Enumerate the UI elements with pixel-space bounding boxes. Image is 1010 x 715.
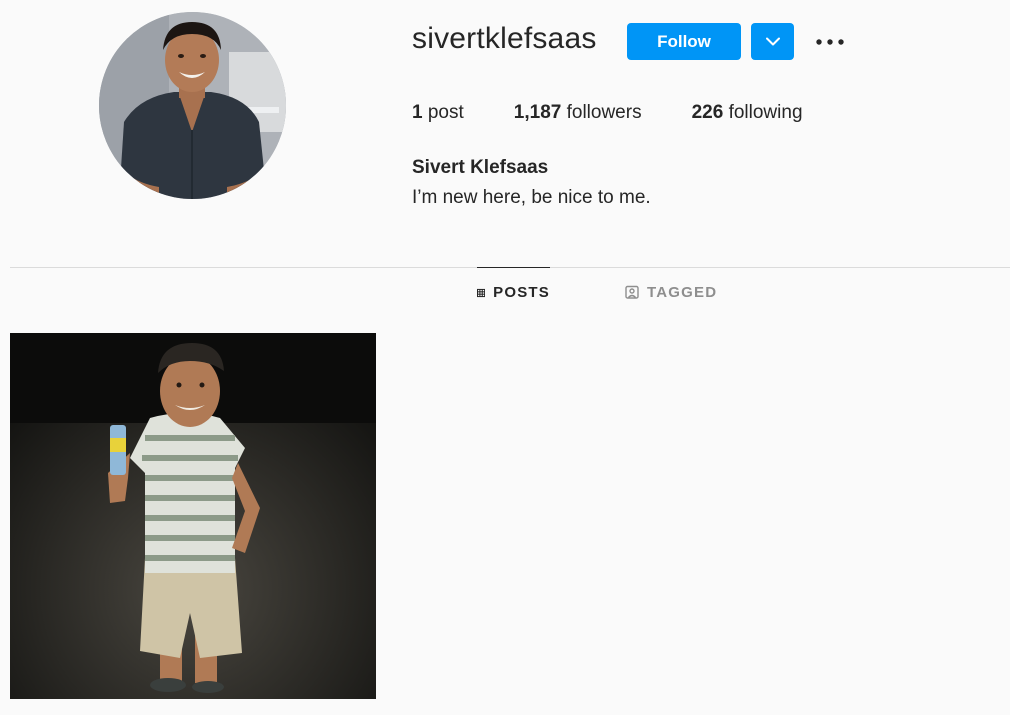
tagged-icon: [625, 285, 639, 299]
following-count-value: 226: [691, 102, 724, 123]
posts-count-label: post: [427, 102, 464, 123]
more-options-button[interactable]: [814, 28, 846, 56]
full-name: Sivert Klefsaas: [412, 157, 549, 178]
tab-tagged[interactable]: TAGGED: [625, 267, 717, 317]
tab-posts-label: POSTS: [493, 284, 550, 301]
profile-stats: 1 post 1,187 followers 226 following: [412, 102, 853, 124]
profile-avatar[interactable]: [99, 12, 286, 199]
more-options-icon: [816, 39, 844, 45]
followers-count-value: 1,187: [513, 102, 562, 123]
following-count-label: following: [728, 102, 803, 123]
posts-count-value: 1: [412, 102, 423, 123]
suggested-accounts-dropdown-button[interactable]: [751, 23, 794, 60]
following-link[interactable]: 226 following: [692, 102, 803, 124]
tab-posts[interactable]: POSTS: [477, 267, 550, 317]
posts-count: 1 post: [412, 102, 464, 124]
chevron-down-icon: [765, 37, 780, 46]
bio: I’m new here, be nice to me.: [412, 187, 651, 208]
post-image: [10, 333, 376, 699]
grid-icon: [477, 288, 486, 297]
tab-tagged-label: TAGGED: [647, 283, 718, 301]
username: sivertklefsaas: [412, 22, 597, 55]
follow-button[interactable]: Follow: [627, 23, 741, 60]
followers-count-label: followers: [566, 102, 642, 123]
post-thumbnail[interactable]: [10, 333, 376, 699]
followers-link[interactable]: 1,187 followers: [514, 102, 642, 124]
avatar-image: [99, 12, 286, 199]
